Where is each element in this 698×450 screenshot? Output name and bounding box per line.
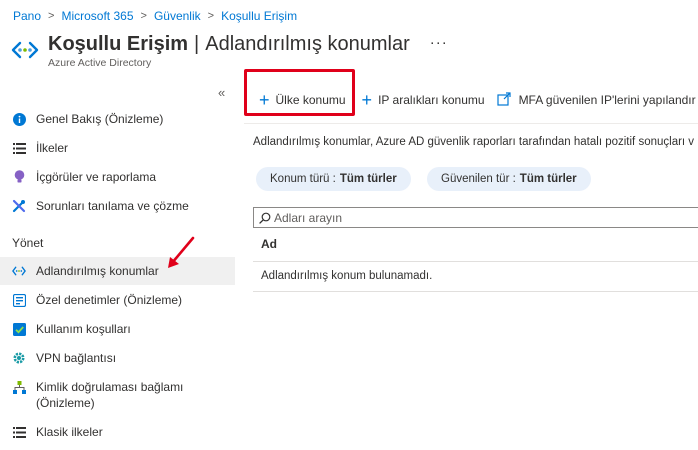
sidebar-item-insights[interactable]: İçgörüler ve raporlama [0, 170, 235, 184]
page-subtitle: Adlandırılmış konumlar [205, 33, 410, 55]
external-link-icon [496, 92, 511, 108]
button-label: Ülke konumu [275, 93, 346, 107]
sidebar-item-overview[interactable]: Genel Bakış (Önizleme) [0, 112, 235, 126]
filter-location-type[interactable]: Konum türü : Tüm türler [256, 167, 411, 191]
hierarchy-icon [12, 380, 26, 394]
list-icon [12, 425, 26, 439]
sidebar-item-custom-controls[interactable]: Özel denetimler (Önizleme) [0, 293, 235, 307]
sidebar-item-label-continued: (Önizleme) [36, 396, 95, 410]
search-icon [259, 212, 271, 224]
service-name: Azure Active Directory [48, 57, 152, 69]
custom-controls-icon [12, 293, 26, 307]
page-title: Koşullu Erişim [48, 33, 189, 55]
tools-icon [12, 199, 26, 213]
sidebar-item-label: Kullanım koşulları [36, 322, 131, 336]
more-options-icon[interactable]: ··· [430, 34, 448, 51]
filter-value: Tüm türler [519, 173, 577, 185]
configure-mfa-trusted-ips-button[interactable]: MFA güvenilen IP'lerini yapılandır [496, 92, 696, 108]
vpn-gear-icon [12, 351, 26, 365]
sidebar-item-label: Özel denetimler (Önizleme) [36, 293, 183, 307]
sidebar-item-classic-policies[interactable]: Klasik ilkeler [0, 425, 235, 439]
sidebar-item-vpn[interactable]: VPN bağlantısı [0, 351, 235, 365]
plus-icon: + [259, 90, 270, 110]
button-label: MFA güvenilen IP'lerini yapılandır [518, 93, 696, 107]
breadcrumb-pano[interactable]: Pano [13, 9, 41, 23]
breadcrumb-kosullu-erisim[interactable]: Koşullu Erişim [221, 9, 297, 23]
add-ip-ranges-location-button[interactable]: + IP aralıkları konumu [362, 91, 485, 109]
title-separator: | [194, 33, 200, 55]
sidebar-item-auth-context[interactable]: Kimlik doğrulaması bağlamı (Önizleme) [0, 379, 235, 411]
sidebar-item-label: İçgörüler ve raporlama [36, 170, 157, 184]
chevron-right-icon: > [140, 10, 147, 22]
command-bar: + Ülke konumu + IP aralıkları konumu MFA… [244, 86, 698, 114]
chevron-right-icon: > [207, 10, 215, 22]
filter-label: Güvenilen tür : [441, 173, 516, 185]
search-placeholder: Adları arayın [274, 210, 343, 225]
sidebar-item-label: Genel Bakış (Önizleme) [36, 112, 164, 126]
divider [253, 291, 698, 292]
lightbulb-icon [12, 170, 26, 184]
sidebar-item-label: Klasik ilkeler [36, 425, 103, 439]
list-icon [12, 141, 26, 155]
breadcrumb: Pano > Microsoft 365 > Güvenlik > Koşull… [13, 9, 297, 23]
sidebar-item-label-block: Kimlik doğrulaması bağlamı (Önizleme) [36, 379, 183, 411]
add-country-location-button[interactable]: + Ülke konumu [259, 91, 346, 109]
conditional-access-logo-icon [11, 41, 39, 59]
info-icon [12, 112, 26, 126]
page-header: Koşullu Erişim | Adlandırılmış konumlar … [11, 33, 448, 69]
checkbox-icon [12, 322, 26, 336]
description-text: Adlandırılmış konumlar, Azure AD güvenli… [253, 136, 695, 148]
section-manage: Yönet [12, 236, 44, 250]
plus-icon: + [361, 90, 373, 110]
breadcrumb-microsoft-365[interactable]: Microsoft 365 [61, 9, 133, 23]
divider [244, 123, 698, 124]
chevron-right-icon: > [48, 10, 55, 22]
search-input[interactable]: Adları arayın [253, 207, 698, 228]
empty-table-message: Adlandırılmış konum bulunamadı. [261, 270, 433, 282]
sidebar-item-label: Adlandırılmış konumlar [36, 264, 159, 278]
collapse-sidebar-icon[interactable]: « [218, 85, 225, 100]
divider [253, 261, 698, 262]
breadcrumb-guvenlik[interactable]: Güvenlik [154, 9, 201, 23]
red-annotation-arrow-icon [168, 236, 195, 268]
column-header-name[interactable]: Ad [261, 237, 277, 251]
button-label: IP aralıkları konumu [378, 93, 485, 107]
named-locations-icon [12, 264, 26, 278]
sidebar-item-terms-of-use[interactable]: Kullanım koşulları [0, 322, 235, 336]
sidebar-item-policies[interactable]: İlkeler [0, 141, 235, 155]
sidebar-item-label: Sorunları tanılama ve çözme [36, 199, 189, 213]
sidebar-item-diagnose[interactable]: Sorunları tanılama ve çözme [0, 199, 235, 213]
sidebar-item-label: VPN bağlantısı [36, 351, 117, 365]
filter-value: Tüm türler [339, 173, 397, 185]
sidebar-item-label: Kimlik doğrulaması bağlamı [36, 380, 184, 394]
filter-trusted-type[interactable]: Güvenilen tür : Tüm türler [427, 167, 591, 191]
sidebar-item-label: İlkeler [36, 141, 69, 155]
filter-label: Konum türü : [270, 173, 336, 185]
